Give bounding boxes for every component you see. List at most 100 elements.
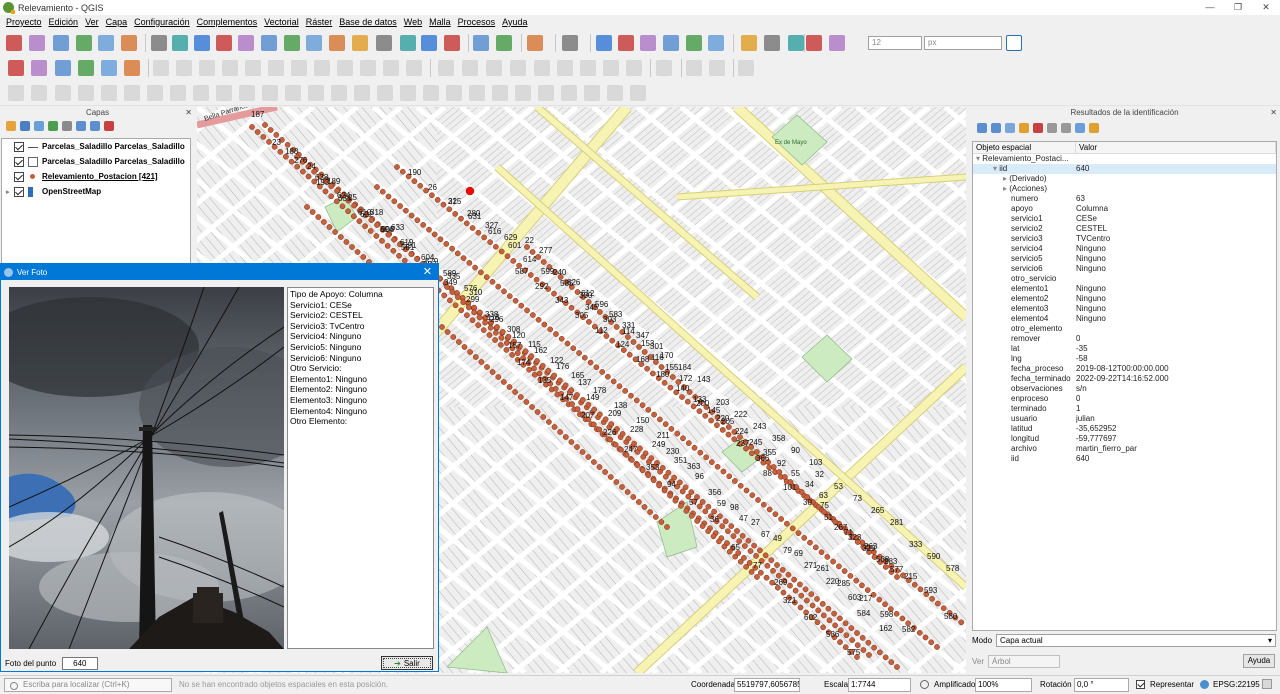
collapse-all-icon[interactable] bbox=[90, 120, 100, 131]
identify-attribute-row[interactable]: numero 63 bbox=[973, 194, 1276, 204]
survey-point[interactable] bbox=[634, 462, 641, 468]
survey-point[interactable] bbox=[426, 226, 432, 233]
crs-label[interactable]: EPSG:22195 bbox=[1213, 680, 1260, 689]
survey-point[interactable] bbox=[483, 274, 490, 280]
survey-point[interactable] bbox=[787, 582, 793, 589]
survey-point[interactable] bbox=[466, 260, 473, 266]
survey-point[interactable] bbox=[940, 605, 947, 612]
survey-point[interactable] bbox=[641, 349, 648, 355]
survey-point[interactable] bbox=[935, 600, 941, 607]
new-project-icon[interactable] bbox=[6, 35, 22, 51]
survey-point[interactable] bbox=[674, 430, 681, 437]
survey-point[interactable] bbox=[831, 610, 837, 617]
survey-point[interactable] bbox=[354, 249, 361, 255]
save-as-icon-tr2[interactable] bbox=[78, 60, 94, 76]
style-icon[interactable] bbox=[6, 120, 16, 131]
survey-point[interactable] bbox=[737, 482, 744, 489]
survey-point[interactable] bbox=[579, 449, 586, 455]
survey-point[interactable] bbox=[876, 596, 883, 603]
survey-point[interactable] bbox=[586, 319, 592, 325]
survey-point[interactable] bbox=[517, 394, 524, 400]
survey-point[interactable] bbox=[766, 506, 773, 513]
survey-point[interactable] bbox=[716, 538, 722, 545]
survey-point[interactable] bbox=[629, 457, 635, 463]
survey-point[interactable] bbox=[612, 441, 619, 448]
survey-point[interactable] bbox=[882, 654, 889, 661]
survey-point[interactable] bbox=[585, 454, 592, 460]
survey-point[interactable] bbox=[751, 542, 757, 549]
annotation-icon-tr2[interactable] bbox=[603, 60, 619, 76]
identify-attribute-row[interactable]: servicio5 Ninguno bbox=[973, 254, 1276, 264]
survey-point[interactable] bbox=[688, 489, 695, 495]
layout-manager-icon-tr3[interactable] bbox=[124, 85, 140, 101]
add-group-icon[interactable] bbox=[20, 120, 30, 131]
survey-point[interactable] bbox=[568, 387, 575, 393]
survey-point[interactable] bbox=[853, 577, 860, 584]
survey-point[interactable] bbox=[837, 615, 843, 622]
locator-search-input[interactable]: Escriba para localizar (Ctrl+K) bbox=[4, 678, 172, 692]
survey-point[interactable] bbox=[721, 543, 728, 550]
survey-point[interactable] bbox=[832, 622, 838, 629]
survey-point[interactable] bbox=[345, 208, 351, 215]
survey-point[interactable] bbox=[460, 255, 467, 261]
survey-point[interactable] bbox=[630, 339, 637, 345]
layout-manager-icon[interactable] bbox=[788, 35, 804, 51]
save-as-icon[interactable] bbox=[76, 35, 92, 51]
survey-point[interactable] bbox=[685, 440, 692, 446]
survey-point[interactable] bbox=[699, 523, 706, 529]
survey-point[interactable] bbox=[672, 497, 679, 504]
survey-point[interactable] bbox=[574, 406, 581, 412]
survey-point[interactable] bbox=[449, 245, 455, 252]
survey-point[interactable] bbox=[650, 477, 657, 484]
survey-point[interactable] bbox=[699, 499, 706, 505]
survey-point[interactable] bbox=[719, 523, 726, 530]
survey-point[interactable] bbox=[792, 587, 799, 594]
attribute-table-icon-tr3[interactable] bbox=[538, 85, 554, 101]
survey-point[interactable] bbox=[809, 602, 816, 609]
print-icon[interactable] bbox=[1061, 123, 1071, 133]
layout-manager-icon[interactable] bbox=[121, 35, 137, 51]
survey-point[interactable] bbox=[531, 365, 537, 372]
survey-point[interactable] bbox=[842, 620, 849, 627]
snapping-icon[interactable] bbox=[1006, 35, 1022, 51]
statistics-icon[interactable] bbox=[527, 35, 543, 51]
survey-point[interactable] bbox=[711, 508, 717, 515]
identify-attribute-row[interactable]: fecha_proceso 2019-08-12T00:00:00.000 bbox=[973, 364, 1276, 374]
pan-icon-tr3[interactable] bbox=[147, 85, 163, 101]
survey-point[interactable] bbox=[728, 523, 735, 529]
refresh-icon-tr2[interactable] bbox=[406, 60, 422, 76]
collapse-tree-icon[interactable] bbox=[991, 123, 1001, 133]
survey-point[interactable] bbox=[518, 302, 525, 309]
survey-point[interactable] bbox=[743, 563, 749, 570]
zoom-in-icon-tr2[interactable] bbox=[176, 60, 192, 76]
survey-point[interactable] bbox=[540, 414, 547, 420]
identify-icon[interactable] bbox=[421, 35, 437, 51]
menu-edici-n[interactable]: Edición bbox=[47, 15, 84, 30]
survey-point[interactable] bbox=[849, 637, 855, 643]
manage-map-themes-icon[interactable] bbox=[34, 120, 44, 131]
layer-visibility-checkbox[interactable] bbox=[14, 156, 24, 167]
menu-complementos[interactable]: Complementos bbox=[195, 15, 263, 30]
zoom-next-icon-tr2[interactable] bbox=[337, 60, 353, 76]
survey-point[interactable] bbox=[478, 359, 485, 365]
new-project-icon-tr2[interactable] bbox=[8, 60, 24, 76]
survey-point[interactable] bbox=[714, 422, 720, 429]
survey-point[interactable] bbox=[680, 435, 686, 442]
survey-point[interactable] bbox=[350, 213, 357, 220]
survey-point[interactable] bbox=[551, 424, 558, 430]
survey-point[interactable] bbox=[444, 329, 451, 335]
survey-point[interactable] bbox=[562, 382, 569, 389]
survey-point[interactable] bbox=[374, 184, 380, 190]
survey-point[interactable] bbox=[778, 516, 784, 522]
survey-point[interactable] bbox=[894, 664, 900, 670]
survey-point[interactable] bbox=[480, 327, 487, 333]
survey-point[interactable] bbox=[328, 193, 335, 200]
survey-point[interactable] bbox=[529, 249, 536, 255]
action-icon-tr2[interactable] bbox=[438, 60, 454, 76]
highlight-icon[interactable] bbox=[1033, 123, 1043, 133]
survey-point[interactable] bbox=[678, 502, 684, 509]
survey-point[interactable] bbox=[464, 312, 470, 319]
new-project-icon-tr2[interactable] bbox=[709, 60, 725, 76]
survey-point[interactable] bbox=[772, 511, 779, 518]
survey-point[interactable] bbox=[684, 398, 691, 405]
